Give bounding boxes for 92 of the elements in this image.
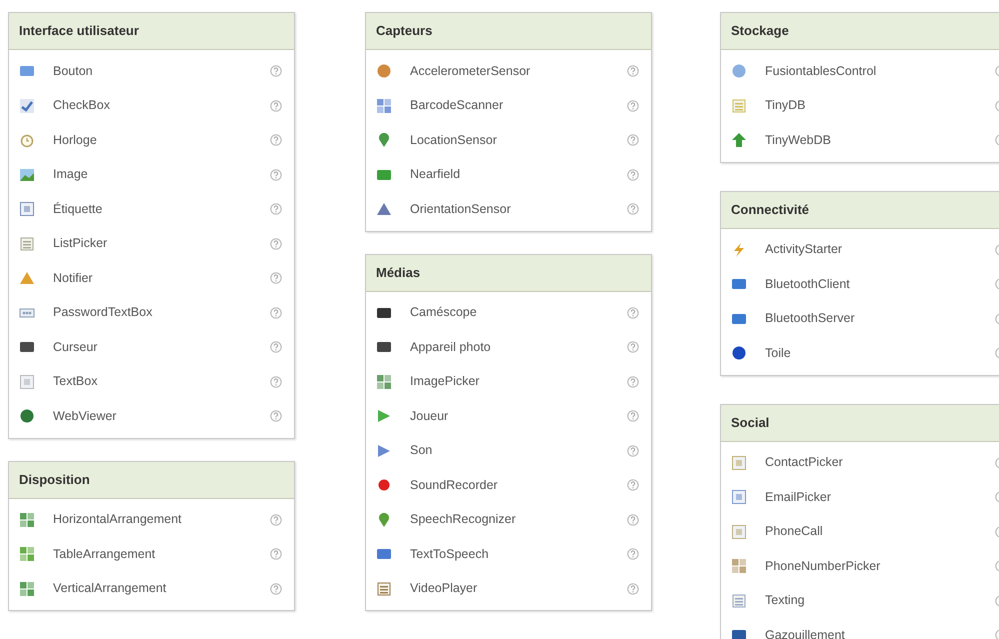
- help-icon[interactable]: [270, 100, 282, 112]
- help-icon[interactable]: [627, 306, 639, 319]
- lightning-icon: [731, 242, 747, 258]
- palette-item[interactable]: TinyDB: [721, 88, 999, 123]
- list-icon: [19, 236, 35, 252]
- palette-item[interactable]: Image: [9, 158, 294, 192]
- palette-item[interactable]: VerticalArrangement: [9, 572, 294, 606]
- palette-item[interactable]: TableArrangement: [9, 537, 294, 572]
- palette-item[interactable]: Appareil photo: [366, 330, 651, 364]
- help-icon[interactable]: [270, 410, 282, 422]
- panel-header[interactable]: Capteurs: [366, 13, 651, 50]
- help-icon[interactable]: [627, 514, 639, 526]
- palette-item[interactable]: Étiquette: [9, 192, 294, 226]
- palette-item[interactable]: Caméscope: [366, 296, 651, 330]
- help-icon[interactable]: [627, 410, 639, 422]
- table-layout-icon: [19, 546, 35, 562]
- palette-item[interactable]: PhoneCall: [721, 514, 999, 549]
- palette-item[interactable]: FusiontablesControl: [721, 54, 999, 88]
- palette-item[interactable]: TextToSpeech: [366, 537, 651, 572]
- palette-item[interactable]: SpeechRecognizer: [366, 502, 651, 537]
- help-icon[interactable]: [270, 168, 282, 181]
- palette-item[interactable]: VideoPlayer: [366, 572, 651, 606]
- help-icon[interactable]: [627, 65, 639, 78]
- palette-item[interactable]: BarcodeScanner: [366, 88, 651, 123]
- panel-header[interactable]: Connectivité: [721, 192, 999, 228]
- palette-item[interactable]: Curseur: [9, 330, 294, 364]
- help-icon[interactable]: [270, 238, 282, 250]
- palette-item[interactable]: AccelerometerSensor: [366, 54, 651, 88]
- panel-header[interactable]: Interface utilisateur: [9, 13, 294, 50]
- vertical-layout-icon: [19, 580, 35, 597]
- help-icon[interactable]: [270, 376, 282, 388]
- help-icon[interactable]: [270, 272, 282, 284]
- palette-item[interactable]: CheckBox: [9, 88, 294, 123]
- checkbox-icon: [19, 98, 35, 114]
- palette-item[interactable]: HorizontalArrangement: [9, 502, 294, 537]
- help-icon[interactable]: [627, 341, 639, 354]
- palette-item[interactable]: ListPicker: [9, 226, 294, 261]
- help-icon[interactable]: [627, 376, 639, 388]
- palette-item[interactable]: OrientationSensor: [366, 192, 651, 226]
- panel-header[interactable]: Disposition: [9, 462, 294, 498]
- help-icon[interactable]: [627, 444, 639, 457]
- palette-item[interactable]: BluetoothClient: [721, 267, 999, 302]
- palette-item[interactable]: SoundRecorder: [366, 468, 651, 502]
- play-icon: [376, 408, 392, 424]
- help-icon[interactable]: [270, 203, 282, 216]
- palette-item[interactable]: Nearfield: [366, 158, 651, 192]
- palette-item[interactable]: ContactPicker: [721, 446, 999, 480]
- image-icon: [19, 166, 35, 183]
- horizontal-layout-icon: [19, 512, 35, 528]
- arrow-up-icon: [731, 132, 747, 148]
- panel-header[interactable]: Stockage: [721, 13, 999, 50]
- record-icon: [376, 477, 392, 494]
- palette-item[interactable]: TextBox: [9, 364, 294, 399]
- panel-header[interactable]: Médias: [366, 254, 651, 292]
- palette-item[interactable]: ActivityStarter: [721, 232, 999, 267]
- palette-item[interactable]: Joueur: [366, 399, 651, 434]
- palette-item[interactable]: Notifier: [9, 261, 294, 296]
- help-icon[interactable]: [627, 548, 639, 560]
- help-icon[interactable]: [270, 548, 282, 560]
- help-icon[interactable]: [627, 203, 639, 216]
- palette-item[interactable]: Son: [366, 434, 651, 468]
- clock-icon: [19, 132, 35, 148]
- help-icon[interactable]: [627, 168, 639, 181]
- palette-item[interactable]: LocationSensor: [366, 123, 651, 158]
- palette-item[interactable]: ImagePicker: [366, 364, 651, 399]
- help-icon[interactable]: [270, 582, 282, 595]
- warning-icon: [19, 270, 35, 286]
- palette-item[interactable]: BluetoothServer: [721, 302, 999, 336]
- help-icon[interactable]: [270, 65, 282, 78]
- palette-item[interactable]: TinyWebDB: [721, 123, 999, 158]
- palette-item[interactable]: Bouton: [9, 54, 294, 88]
- help-icon[interactable]: [627, 100, 639, 112]
- textbox-icon: [19, 374, 35, 390]
- help-icon[interactable]: [270, 341, 282, 354]
- panel-header[interactable]: Social: [721, 404, 999, 442]
- image-grid-icon: [376, 374, 392, 390]
- help-icon[interactable]: [270, 306, 282, 319]
- palette-item[interactable]: EmailPicker: [721, 480, 999, 514]
- help-icon[interactable]: [627, 582, 639, 595]
- location-pin-icon: [376, 132, 392, 148]
- help-icon[interactable]: [627, 134, 639, 146]
- help-icon[interactable]: [627, 479, 639, 492]
- palette-item[interactable]: PasswordTextBox: [9, 296, 294, 330]
- palette-item[interactable]: Horloge: [9, 123, 294, 158]
- help-icon[interactable]: [270, 134, 282, 146]
- palette-item[interactable]: Texting: [721, 584, 999, 618]
- help-icon[interactable]: [270, 514, 282, 526]
- palette-item[interactable]: Toile: [721, 336, 999, 370]
- palette-item[interactable]: WebViewer: [9, 399, 294, 434]
- sphere-icon: [376, 63, 392, 80]
- palette-item[interactable]: Gazouillement: [721, 618, 999, 639]
- palette-item[interactable]: PhoneNumberPicker: [721, 549, 999, 584]
